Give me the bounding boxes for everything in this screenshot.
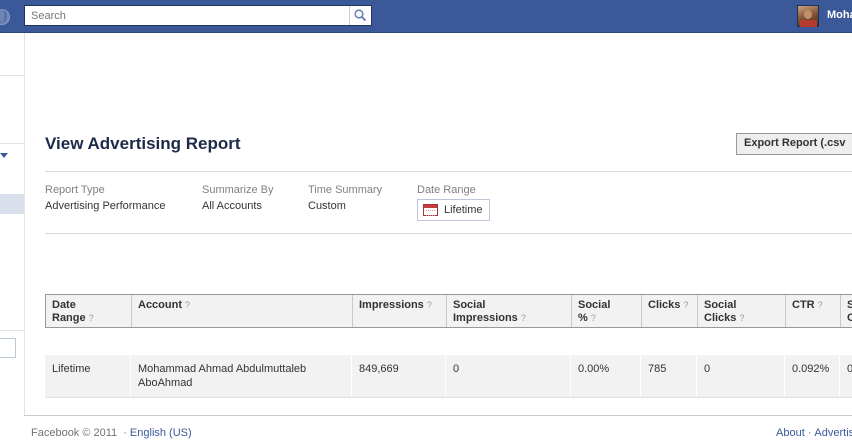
question-icon[interactable]: ? bbox=[427, 300, 432, 310]
date-range-label: Date Range bbox=[417, 184, 476, 196]
column-header-clicks[interactable]: Clicks? bbox=[642, 295, 698, 327]
footer-left: Facebook © 2011 · English (US) bbox=[31, 427, 192, 439]
question-icon[interactable]: ? bbox=[683, 300, 688, 310]
table-row: Lifetime Mohammad Ahmad Abdulmuttaleb Ab… bbox=[45, 355, 852, 398]
footer-divider bbox=[24, 415, 852, 416]
cell-ctr: 0.092% bbox=[785, 355, 840, 397]
footer-separator: · bbox=[123, 427, 127, 439]
footer-links: About · Advertis bbox=[776, 427, 852, 439]
search-box bbox=[24, 5, 372, 26]
sidebar-item-selected[interactable] bbox=[0, 194, 24, 214]
sidebar-divider bbox=[0, 330, 24, 331]
column-header-social-impressions[interactable]: Social Impressions? bbox=[447, 295, 572, 327]
cell-social-impressions: 0 bbox=[446, 355, 571, 397]
dropdown-arrow-icon[interactable] bbox=[0, 153, 8, 158]
search-button[interactable] bbox=[349, 6, 371, 25]
cell-clicks: 785 bbox=[641, 355, 697, 397]
sidebar-divider bbox=[0, 75, 24, 76]
column-header-cut-off[interactable]: S C bbox=[841, 295, 852, 327]
column-header-social-percent[interactable]: Social %? bbox=[572, 295, 642, 327]
question-icon[interactable]: ? bbox=[89, 313, 94, 323]
calendar-icon bbox=[423, 204, 438, 216]
cell-account: Mohammad Ahmad Abdulmuttaleb AboAhmad bbox=[131, 355, 352, 397]
column-header-social-clicks[interactable]: Social Clicks? bbox=[698, 295, 786, 327]
search-input[interactable] bbox=[25, 6, 350, 25]
column-header-account[interactable]: Account? bbox=[132, 295, 353, 327]
column-header-date-range[interactable]: Date Range? bbox=[46, 295, 132, 327]
time-summary-label: Time Summary bbox=[308, 184, 383, 196]
date-range-picker[interactable]: Lifetime bbox=[417, 199, 490, 221]
export-report-button[interactable]: Export Report (.csv bbox=[736, 133, 852, 155]
column-header-impressions[interactable]: Impressions? bbox=[353, 295, 447, 327]
divider bbox=[45, 171, 852, 172]
cell-social-clicks: 0 bbox=[697, 355, 785, 397]
report-type-value: Advertising Performance bbox=[45, 200, 166, 212]
question-icon[interactable]: ? bbox=[818, 300, 823, 310]
sidebar-divider bbox=[0, 143, 24, 144]
cell-social-percent: 0.00% bbox=[571, 355, 641, 397]
cell-impressions: 849,669 bbox=[352, 355, 446, 397]
footer-separator: · bbox=[807, 427, 812, 439]
question-icon[interactable]: ? bbox=[591, 313, 596, 323]
column-header-ctr[interactable]: CTR? bbox=[786, 295, 841, 327]
sidebar-input[interactable] bbox=[0, 338, 16, 358]
cell-date-range: Lifetime bbox=[45, 355, 131, 397]
about-link[interactable]: About bbox=[776, 427, 805, 439]
question-icon[interactable]: ? bbox=[739, 313, 744, 323]
question-icon[interactable]: ? bbox=[185, 300, 190, 310]
question-icon[interactable]: ? bbox=[521, 313, 526, 323]
date-range-value: Lifetime bbox=[444, 204, 483, 216]
search-icon bbox=[354, 9, 367, 22]
cell-cut-off: 0 bbox=[847, 363, 852, 375]
avatar[interactable] bbox=[797, 5, 819, 27]
report-type-label: Report Type bbox=[45, 184, 105, 196]
report-table-header: Date Range? Account? Impressions? Social… bbox=[45, 294, 852, 328]
page-title: View Advertising Report bbox=[45, 134, 241, 153]
time-summary-value: Custom bbox=[308, 200, 346, 212]
copyright-text: Facebook © 2011 bbox=[31, 427, 118, 439]
profile-name-link[interactable]: Moha bbox=[827, 9, 852, 21]
summarize-by-label: Summarize By bbox=[202, 184, 274, 196]
advertising-link[interactable]: Advertis bbox=[814, 427, 852, 439]
top-navigation-bar: Moha bbox=[0, 0, 852, 33]
divider bbox=[45, 233, 852, 234]
left-sidebar bbox=[0, 33, 25, 415]
language-link[interactable]: English (US) bbox=[130, 427, 192, 439]
globe-icon[interactable] bbox=[0, 9, 10, 25]
summarize-by-value: All Accounts bbox=[202, 200, 262, 212]
